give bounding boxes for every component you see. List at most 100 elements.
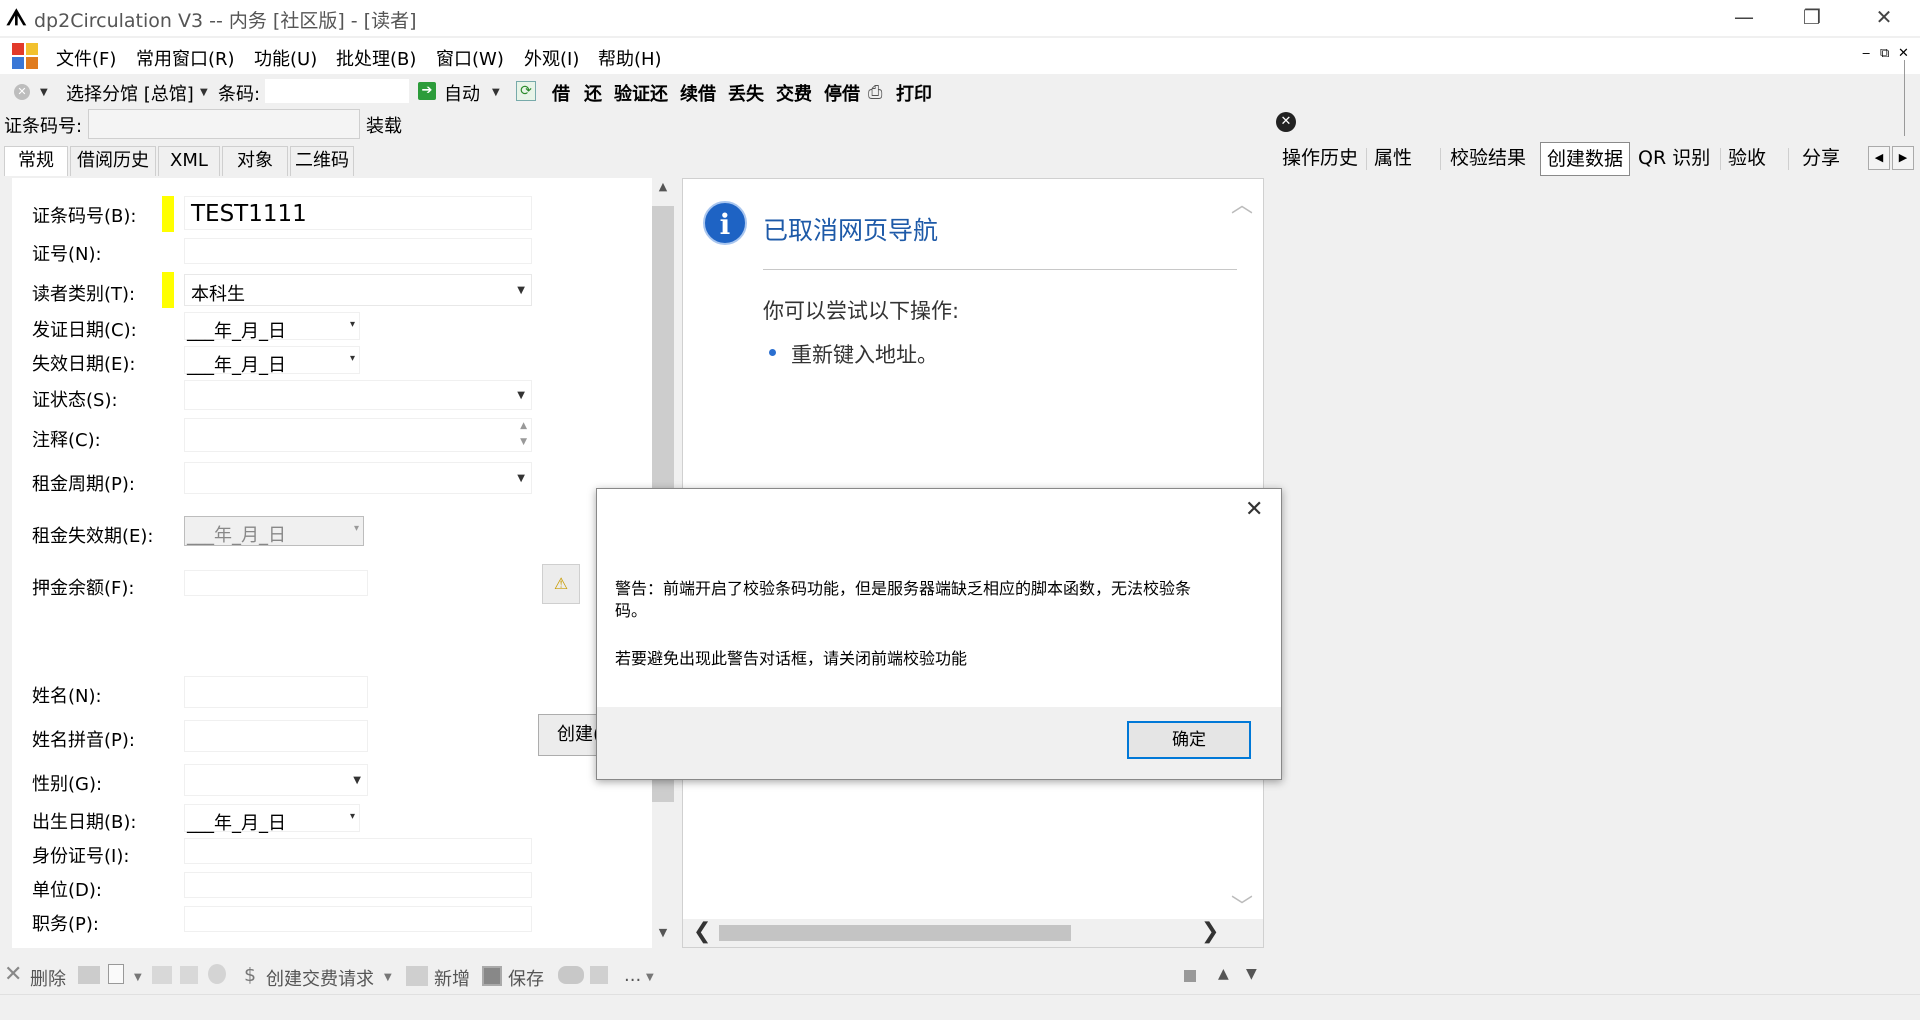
expire-date-picker[interactable]: ___年_月_日 ▾ [184,346,360,376]
gender-select[interactable]: ▼ [184,764,368,796]
browser-hscrollbar[interactable]: ❮ ❯ [683,919,1263,947]
add-icon[interactable] [406,966,428,986]
scroll-down-icon[interactable]: ▼ [520,437,527,447]
delete-button[interactable]: 删除 [30,965,66,991]
camera-icon[interactable] [78,966,100,984]
menu-batch[interactable]: 批处理(B) [336,45,416,71]
menu-common-windows[interactable]: 常用窗口(R) [136,45,235,71]
birth-date-picker[interactable]: ___年_月_日 ▾ [184,804,360,834]
scroll-down-icon[interactable]: ▼ [652,926,674,939]
tab-borrow-history[interactable]: 借阅历史 [70,146,156,176]
close-pane-icon[interactable]: ✕ [1276,112,1296,132]
library-selector[interactable]: 选择分馆 [总馆] [66,80,194,106]
tab-operation-history[interactable]: 操作历史 [1276,142,1364,176]
scroll-left-icon[interactable]: ❮ [693,919,711,944]
save-icon[interactable] [482,966,502,986]
refresh-icon[interactable]: ⟳ [516,81,536,101]
tab-qrcode[interactable]: 二维码 [290,146,354,176]
deposit-field[interactable] [184,570,368,596]
card-icon[interactable] [180,966,198,984]
close-window-button[interactable]: ✕ [1856,0,1912,36]
photo-icon[interactable] [152,966,172,984]
chevron-down-icon[interactable]: ▼ [517,473,525,484]
borrow-button[interactable]: 借 [552,80,570,106]
rent-period-select[interactable]: ▼ [184,462,532,494]
tab-xml[interactable]: XML [158,146,220,176]
scroll-down-icon[interactable]: ﹀ [1231,889,1253,921]
move-down-icon[interactable]: ▼ [1246,966,1257,982]
tab-object[interactable]: 对象 [222,146,288,176]
tab-properties[interactable]: 属性 [1368,142,1418,176]
reader-barcode-input[interactable] [88,109,360,139]
scroll-up-icon[interactable]: ▲ [520,421,527,431]
barcode-input[interactable] [264,78,410,104]
post-field[interactable] [184,906,532,932]
save-button[interactable]: 保存 [508,965,544,991]
tab-acceptance[interactable]: 验收 [1722,142,1772,176]
name-field[interactable] [184,676,368,708]
id-card-field[interactable] [184,838,532,864]
renew-button[interactable]: 续借 [680,80,716,106]
chevron-down-icon[interactable]: ▼ [517,390,525,401]
menu-file[interactable]: 文件(F) [56,45,116,71]
move-up-icon[interactable]: ▲ [1218,966,1229,982]
menu-functions[interactable]: 功能(U) [254,45,317,71]
hscrollbar-thumb[interactable] [719,925,1071,941]
comment-textarea[interactable]: ▲ ▼ [184,418,532,452]
chevron-down-icon[interactable]: ▾ [350,319,355,330]
tab-validation-result[interactable]: 校验结果 [1444,142,1532,176]
pay-fee-button[interactable]: 交费 [776,80,812,106]
print-button[interactable]: 打印 [896,80,932,106]
issue-date-picker[interactable]: ___年_月_日 ▾ [184,312,360,342]
reader-type-select[interactable]: 本科生 ▼ [184,274,532,306]
lost-button[interactable]: 丢失 [728,80,764,106]
minimize-button[interactable]: — [1716,0,1772,36]
dialog-close-icon[interactable]: ✕ [1245,497,1263,522]
fingerprint-icon[interactable] [208,964,226,984]
chevron-down-icon[interactable]: ▼ [40,87,48,98]
load-button[interactable]: 装载 [366,112,402,138]
chevron-down-icon[interactable]: ▼ [646,972,654,983]
tab-share[interactable]: 分享 [1796,142,1846,176]
stop-icon[interactable] [1184,970,1196,982]
suspend-button[interactable]: 停借 [824,80,860,106]
delete-icon[interactable]: ✕ [4,962,22,987]
state-select[interactable]: ▼ [184,380,532,410]
card-no-field[interactable] [184,238,532,264]
dialog-ok-button[interactable]: 确定 [1127,721,1251,759]
tab-general[interactable]: 常规 [4,146,68,176]
chevron-down-icon[interactable]: ▼ [517,285,525,296]
mdi-minimize-button[interactable]: ‒ [1862,46,1870,61]
mdi-close-button[interactable]: ✕ [1898,46,1909,61]
tab-create-data[interactable]: 创建数据 [1540,142,1631,176]
add-button[interactable]: 新增 [434,965,470,991]
tab-scroll-right-icon[interactable]: ▶ [1892,146,1914,170]
users-icon[interactable] [558,966,584,984]
scroll-up-icon[interactable]: ︿ [1231,187,1253,219]
menu-appearance[interactable]: 外观(I) [524,45,579,71]
chevron-down-icon[interactable]: ▼ [200,87,208,98]
barcode-field[interactable]: TEST1111 [184,196,532,230]
chevron-down-icon[interactable]: ▼ [384,972,392,983]
chevron-down-icon[interactable]: ▼ [353,775,361,786]
mode-selector[interactable]: 自动 [444,80,480,106]
stop-icon[interactable]: ✕ [14,84,30,100]
chevron-down-icon[interactable]: ▾ [350,353,355,364]
return-button[interactable]: 还 [584,80,602,106]
chevron-down-icon[interactable]: ▼ [134,972,142,983]
verify-return-button[interactable]: 验证还 [614,80,668,106]
document-icon[interactable] [108,964,124,984]
restore-button[interactable]: ❐ [1784,0,1840,36]
export-icon[interactable] [590,966,608,984]
scroll-up-icon[interactable]: ▲ [652,180,674,193]
chevron-down-icon[interactable]: ▾ [350,811,355,822]
chevron-down-icon[interactable]: ▼ [492,87,500,98]
menu-help[interactable]: 帮助(H) [598,45,662,71]
more-button[interactable]: ... [624,965,641,986]
mdi-restore-button[interactable]: ⧉ [1880,46,1889,61]
mdi-document-icon[interactable] [12,43,40,69]
tab-scroll-left-icon[interactable]: ◀ [1868,146,1890,170]
scroll-right-icon[interactable]: ❯ [1201,919,1219,944]
pinyin-field[interactable] [184,720,368,752]
tab-qr-recognize[interactable]: QR 识别 [1632,142,1716,176]
